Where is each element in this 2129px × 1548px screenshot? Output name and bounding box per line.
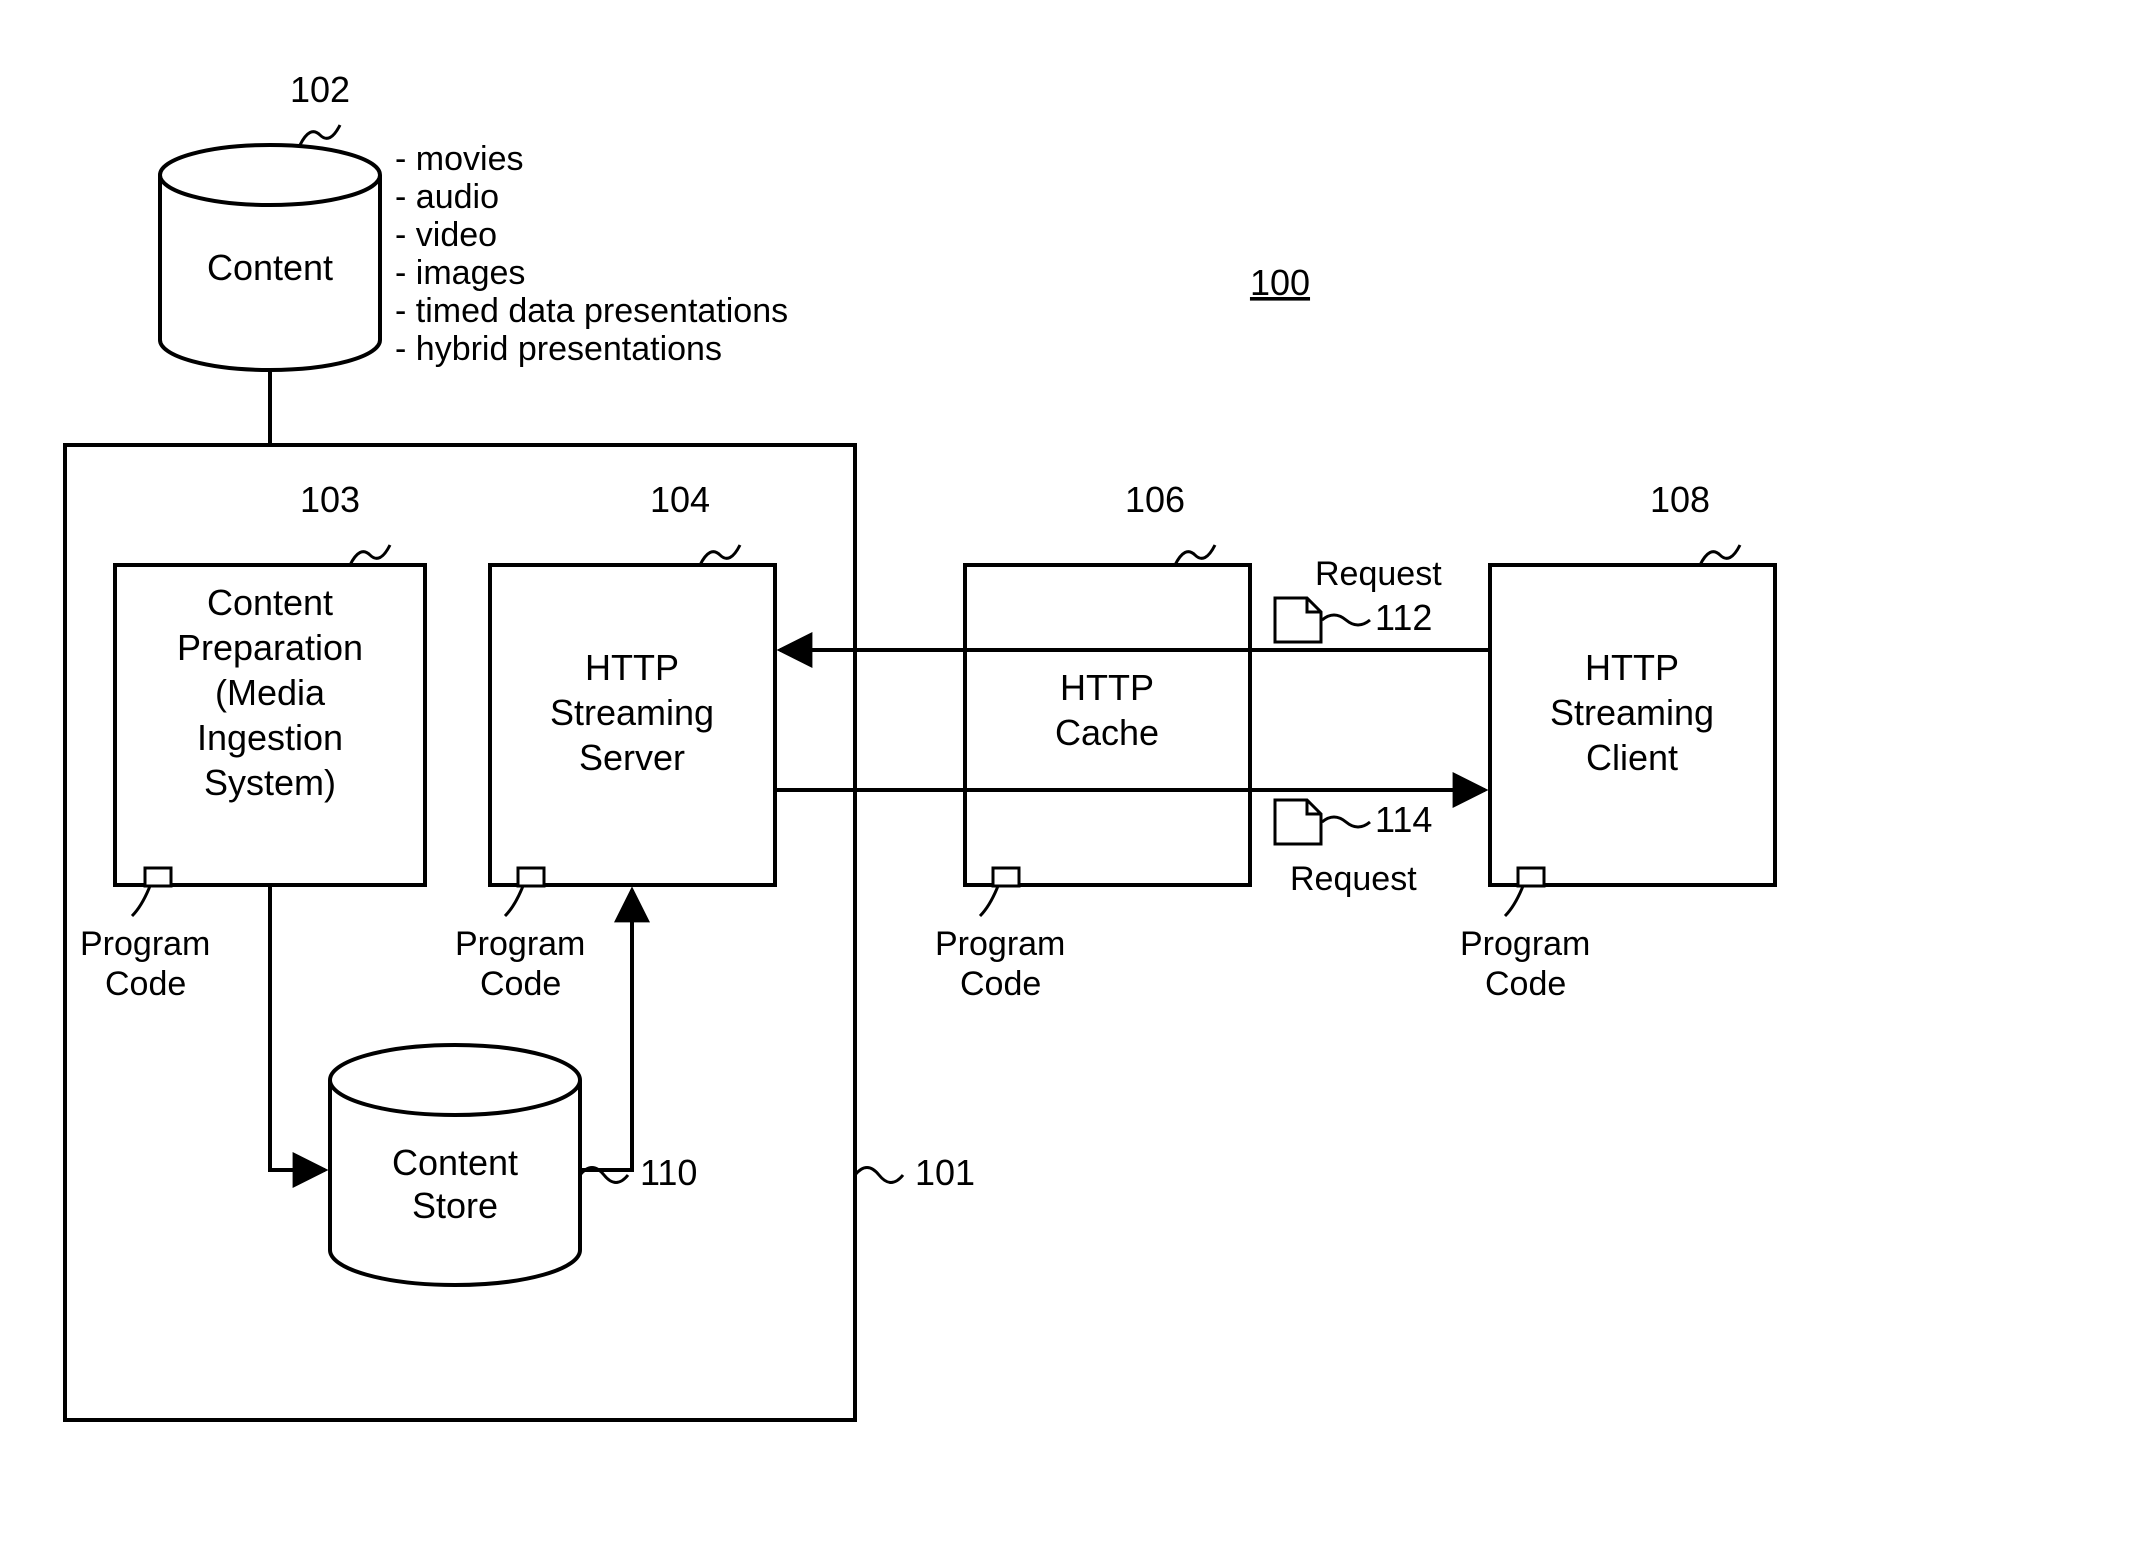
svg-text:Server: Server [579, 737, 685, 778]
request-112: Request 112 [1275, 555, 1442, 642]
svg-text:(Media: (Media [215, 672, 326, 713]
svg-text:Content: Content [207, 582, 333, 623]
svg-text:114: 114 [1375, 799, 1432, 840]
svg-text:Streaming: Streaming [550, 692, 714, 733]
content-ref: 102 [290, 69, 350, 110]
svg-text:Program: Program [1460, 925, 1590, 963]
http-client-box: HTTP Streaming Client Program Code 108 [1460, 479, 1775, 1003]
svg-text:Code: Code [1485, 965, 1566, 1003]
document-icon [1275, 598, 1321, 642]
svg-text:Request: Request [1315, 555, 1442, 593]
svg-text:Request: Request [1290, 860, 1417, 898]
diagram-root: 100 Content 102 - movies - audio - video… [0, 0, 2129, 1548]
svg-text:Cache: Cache [1055, 712, 1159, 753]
svg-text:Content: Content [392, 1142, 518, 1183]
svg-text:Preparation: Preparation [177, 627, 363, 668]
content-type-3: - images [395, 254, 525, 292]
http-cache-box: HTTP Cache Program Code 106 [935, 479, 1250, 1003]
content-type-2: - video [395, 216, 497, 254]
http-client-ref: 108 [1650, 479, 1710, 520]
content-type-5: - hybrid presentations [395, 330, 722, 368]
svg-text:Client: Client [1586, 737, 1678, 778]
content-db: Content 102 - movies - audio - video - i… [160, 69, 788, 370]
svg-text:Store: Store [412, 1185, 498, 1226]
svg-text:112: 112 [1375, 597, 1432, 638]
request-114: 114 Request [1275, 799, 1432, 898]
svg-text:HTTP: HTTP [1060, 667, 1154, 708]
svg-text:HTTP: HTTP [1585, 647, 1679, 688]
http-cache-ref: 106 [1125, 479, 1185, 520]
document-icon [1275, 800, 1321, 844]
content-label: Content [207, 247, 333, 288]
svg-text:Streaming: Streaming [1550, 692, 1714, 733]
content-type-4: - timed data presentations [395, 292, 788, 330]
content-type-0: - movies [395, 140, 523, 178]
svg-text:HTTP: HTTP [585, 647, 679, 688]
svg-text:Program: Program [80, 925, 210, 963]
svg-text:Ingestion: Ingestion [197, 717, 343, 758]
svg-text:Program: Program [935, 925, 1065, 963]
streaming-server-ref: 104 [650, 479, 710, 520]
content-prep-ref: 103 [300, 479, 360, 520]
svg-text:System): System) [204, 762, 336, 803]
content-type-1: - audio [395, 178, 499, 216]
figure-ref: 100 [1250, 262, 1310, 303]
svg-text:Program: Program [455, 925, 585, 963]
server-group-ref: 101 [915, 1152, 975, 1193]
svg-text:Code: Code [480, 965, 561, 1003]
svg-text:Code: Code [105, 965, 186, 1003]
svg-text:Code: Code [960, 965, 1041, 1003]
content-store-ref: 110 [640, 1152, 697, 1193]
